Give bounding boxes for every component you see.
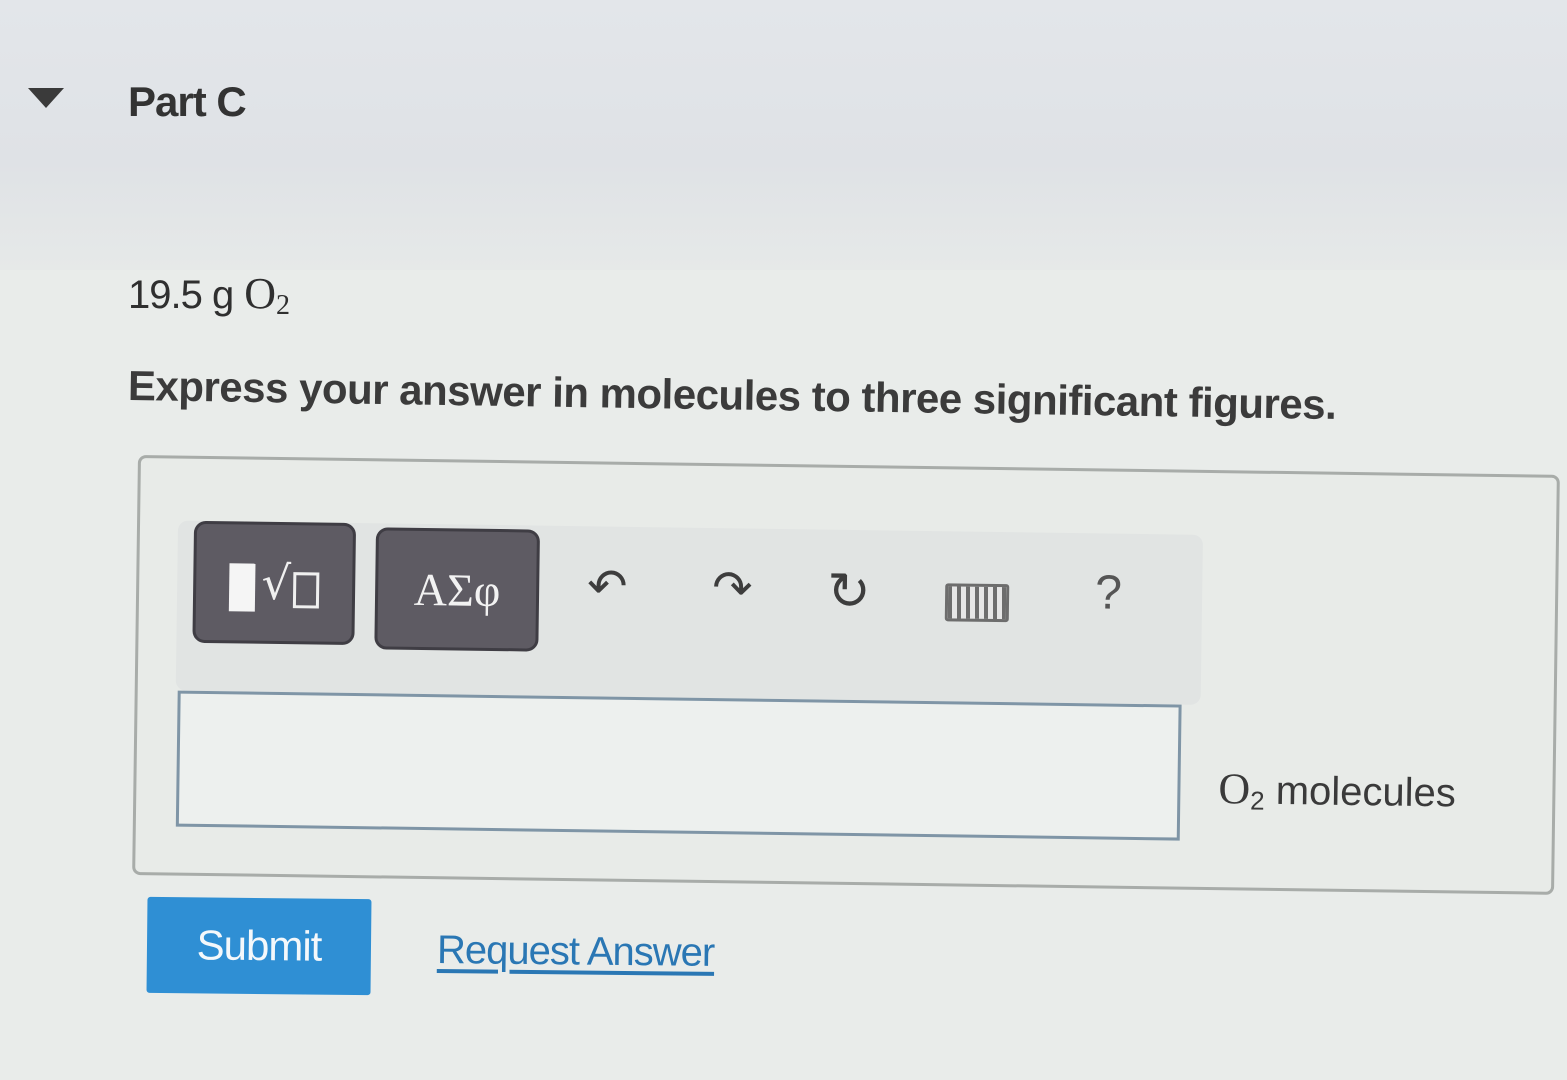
collapse-arrow-icon[interactable] (28, 88, 64, 108)
given-subscript: 2 (276, 290, 290, 321)
help-button[interactable]: ? (1095, 566, 1122, 619)
units-text: molecules (1275, 768, 1457, 816)
answer-panel: √ ΑΣφ ↶ ↷ ↻ ? O2 molecules (132, 455, 1560, 895)
answer-input[interactable] (175, 690, 1182, 841)
answer-units: O2 molecules (1218, 763, 1456, 819)
reset-icon[interactable]: ↻ (827, 562, 871, 623)
templates-button[interactable]: √ (192, 520, 357, 646)
units-species: O (1218, 764, 1251, 814)
units-subscript: 2 (1249, 785, 1265, 816)
part-title: Part C (128, 78, 247, 125)
redo-icon[interactable]: ↷ (712, 560, 753, 617)
given-mass: 19.5 g (128, 273, 234, 317)
undo-icon[interactable]: ↶ (587, 558, 628, 615)
question-instruction: Express your answer in molecules to thre… (127, 362, 1337, 428)
given-species: O (244, 269, 276, 318)
request-answer-link[interactable]: Request Answer (437, 928, 715, 976)
keyboard-icon[interactable] (944, 583, 1010, 623)
templates-radical-icon (229, 563, 256, 612)
part-header (0, 0, 1567, 270)
given-quantity: 19.5 g O2 (128, 268, 290, 322)
math-toolbar: √ ΑΣφ ↶ ↷ ↻ ? (175, 520, 1203, 705)
symbols-button[interactable]: ΑΣφ (374, 527, 540, 652)
submit-button[interactable]: Submit (146, 896, 372, 996)
symbols-label: ΑΣφ (413, 563, 501, 616)
